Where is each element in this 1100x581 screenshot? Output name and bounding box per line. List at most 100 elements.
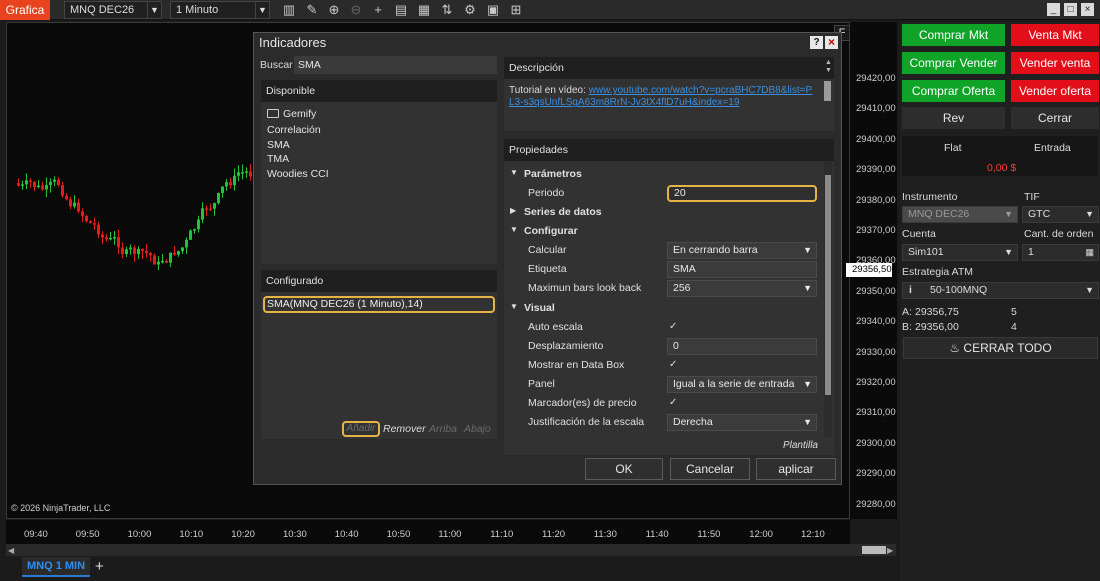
max-bars-select[interactable]: 256 ▼ bbox=[667, 280, 817, 297]
candle-body bbox=[73, 202, 76, 207]
section-parameters[interactable]: ▼ Parámetros bbox=[504, 165, 822, 184]
add-button[interactable]: Añadir bbox=[342, 421, 380, 437]
close-position-button[interactable]: Cerrar bbox=[1011, 107, 1099, 129]
maximize-button[interactable]: □ bbox=[1064, 3, 1077, 16]
remove-button[interactable]: Remover bbox=[383, 423, 426, 435]
configured-item[interactable]: SMA(MNQ DEC26 (1 Minuto),14) bbox=[263, 296, 495, 313]
chevron-down-icon: ▼ bbox=[803, 283, 812, 293]
candle-body bbox=[189, 230, 192, 240]
atm-strategy-select[interactable]: i 50-100MNQ ▼ bbox=[902, 282, 1099, 299]
scroll-left-icon[interactable]: ◀ bbox=[8, 546, 14, 555]
instrument-select[interactable]: MNQ DEC26 ▼ bbox=[902, 206, 1018, 223]
label-input[interactable]: SMA bbox=[667, 261, 817, 278]
draw-icon[interactable]: ✎ bbox=[304, 2, 320, 18]
chevron-down-icon: ▼ bbox=[1004, 247, 1013, 257]
properties-grid[interactable]: ▼ Parámetros Periodo 20 ▶ Series de datos … bbox=[504, 161, 834, 437]
auto-scale-checkbox[interactable]: ✓ bbox=[669, 321, 677, 332]
list-item[interactable]: Woodies CCI bbox=[267, 168, 329, 180]
section-data-series[interactable]: ▶ Series de datos bbox=[504, 203, 822, 222]
sell-stop-button[interactable]: Vender venta bbox=[1011, 52, 1099, 74]
template-button[interactable]: Plantilla bbox=[783, 440, 818, 451]
account-select[interactable]: Sim101 ▼ bbox=[902, 244, 1018, 261]
calculator-icon[interactable]: ▦ bbox=[1085, 245, 1094, 260]
description-scroll-icon[interactable]: ▲ ▼ bbox=[825, 59, 832, 75]
section-visual[interactable]: ▼ Visual bbox=[504, 299, 822, 318]
help-button[interactable]: ? bbox=[810, 36, 823, 49]
indicators-icon[interactable]: ▣ bbox=[485, 2, 501, 18]
candle-body bbox=[37, 185, 40, 188]
order-qty-input[interactable]: 1 ▦ bbox=[1022, 244, 1099, 261]
minimize-button[interactable]: _ bbox=[1047, 3, 1060, 16]
cancel-button[interactable]: Cancelar bbox=[670, 458, 750, 480]
chart-trader-panel: Comprar Mkt Venta Mkt Comprar Vender Ven… bbox=[900, 22, 1100, 581]
list-item[interactable]: Gemify bbox=[267, 108, 316, 120]
strategies-icon[interactable]: ⚙ bbox=[462, 2, 478, 18]
move-down-button[interactable]: Abajo bbox=[464, 423, 491, 435]
buy-market-button[interactable]: Comprar Mkt bbox=[902, 24, 1005, 46]
apply-button[interactable]: aplicar bbox=[756, 458, 836, 480]
list-item[interactable]: SMA bbox=[267, 139, 290, 151]
candle-body bbox=[233, 175, 236, 186]
bar-type-icon[interactable]: ▥ bbox=[281, 2, 297, 18]
price-marker-checkbox[interactable]: ✓ bbox=[669, 397, 677, 408]
search-input[interactable]: SMA bbox=[294, 56, 497, 74]
data-box-icon[interactable]: ▦ bbox=[416, 2, 432, 18]
sell-market-button[interactable]: Venta Mkt bbox=[1011, 24, 1099, 46]
atm-strategy-label: Estrategia ATM bbox=[902, 266, 973, 278]
buy-bid-button[interactable]: Comprar Oferta bbox=[902, 80, 1005, 102]
scrollbar-thumb[interactable] bbox=[862, 546, 886, 554]
scroll-right-icon[interactable]: ▶ bbox=[887, 546, 893, 555]
add-tab-button[interactable]: + bbox=[95, 558, 104, 575]
ok-button[interactable]: OK bbox=[585, 458, 663, 480]
period-input[interactable]: 20 bbox=[667, 185, 817, 202]
data-box-checkbox[interactable]: ✓ bbox=[669, 359, 677, 370]
panel-select[interactable]: Igual a la serie de entrada ▼ bbox=[667, 376, 817, 393]
tab-mnq-1-min[interactable]: MNQ 1 MIN bbox=[22, 557, 90, 577]
candle-body bbox=[125, 249, 128, 255]
time-axis[interactable]: 09:40 09:50 10:00 10:10 10:20 10:30 10:40 10:50… bbox=[6, 520, 850, 544]
info-icon[interactable]: i bbox=[909, 283, 912, 298]
tif-select[interactable]: GTC ▼ bbox=[1022, 206, 1099, 223]
candle-body bbox=[17, 183, 20, 186]
description-scrollbar-thumb[interactable] bbox=[824, 81, 831, 101]
properties-scrollbar-thumb[interactable] bbox=[825, 175, 831, 395]
folder-icon bbox=[267, 109, 279, 118]
scale-justification-select[interactable]: Derecha ▼ bbox=[667, 414, 817, 431]
time-tick-label: 11:20 bbox=[542, 529, 566, 540]
properties-scrollbar[interactable] bbox=[824, 161, 832, 437]
displacement-input[interactable]: 0 bbox=[667, 338, 817, 355]
list-item[interactable]: TMA bbox=[267, 153, 289, 165]
time-tick-label: 09:40 bbox=[24, 529, 48, 540]
candle-body bbox=[205, 208, 208, 210]
price-axis[interactable]: 29420,00 29410,00 29400,00 29390,00 29380,00… bbox=[846, 22, 897, 519]
close-dialog-button[interactable]: × bbox=[825, 36, 838, 49]
section-configure[interactable]: ▼ Configurar bbox=[504, 222, 822, 241]
candle-body bbox=[157, 261, 160, 265]
move-up-button[interactable]: Arriba bbox=[429, 423, 457, 435]
instrument-selector[interactable]: MNQ DEC26 ▼ bbox=[64, 1, 162, 19]
crosshair-icon[interactable]: + bbox=[370, 2, 386, 18]
sell-offer-button[interactable]: Vender oferta bbox=[1011, 80, 1099, 102]
calculate-select[interactable]: En cerrando barra ▼ bbox=[667, 242, 817, 259]
properties-icon[interactable]: ▤ bbox=[393, 2, 409, 18]
candle-body bbox=[221, 186, 224, 194]
candle-body bbox=[101, 234, 104, 238]
close-window-button[interactable]: × bbox=[1081, 3, 1094, 16]
prop-period: Periodo 20 bbox=[504, 184, 822, 203]
interval-selector[interactable]: 1 Minuto ▼ bbox=[170, 1, 270, 19]
trade-icon[interactable]: ⇅ bbox=[439, 2, 455, 18]
list-item[interactable]: Correlación bbox=[267, 124, 321, 136]
dialog-title-bar[interactable]: Indicadores bbox=[254, 33, 841, 53]
available-list[interactable]: Gemify Correlación SMA TMA Woodies CCI bbox=[261, 102, 497, 264]
close-all-button[interactable]: ♨ CERRAR TODO bbox=[903, 337, 1098, 359]
templates-icon[interactable]: ⊞ bbox=[508, 2, 524, 18]
zoom-out-icon[interactable]: ⊖ bbox=[348, 2, 364, 18]
reverse-button[interactable]: Rev bbox=[902, 107, 1005, 129]
time-tick-label: 10:10 bbox=[179, 529, 204, 540]
zoom-in-icon[interactable]: ⊕ bbox=[326, 2, 342, 18]
configured-list[interactable]: SMA(MNQ DEC26 (1 Minuto),14) Añadir Remo… bbox=[261, 292, 497, 439]
chevron-down-icon: ▼ bbox=[803, 379, 812, 389]
description-box: Tutorial en vídeo: www.youtube.com/watch… bbox=[504, 79, 834, 131]
buy-stop-button[interactable]: Comprar Vender bbox=[902, 52, 1005, 74]
chart-scrollbar[interactable]: ◀ ▶ bbox=[6, 544, 896, 556]
